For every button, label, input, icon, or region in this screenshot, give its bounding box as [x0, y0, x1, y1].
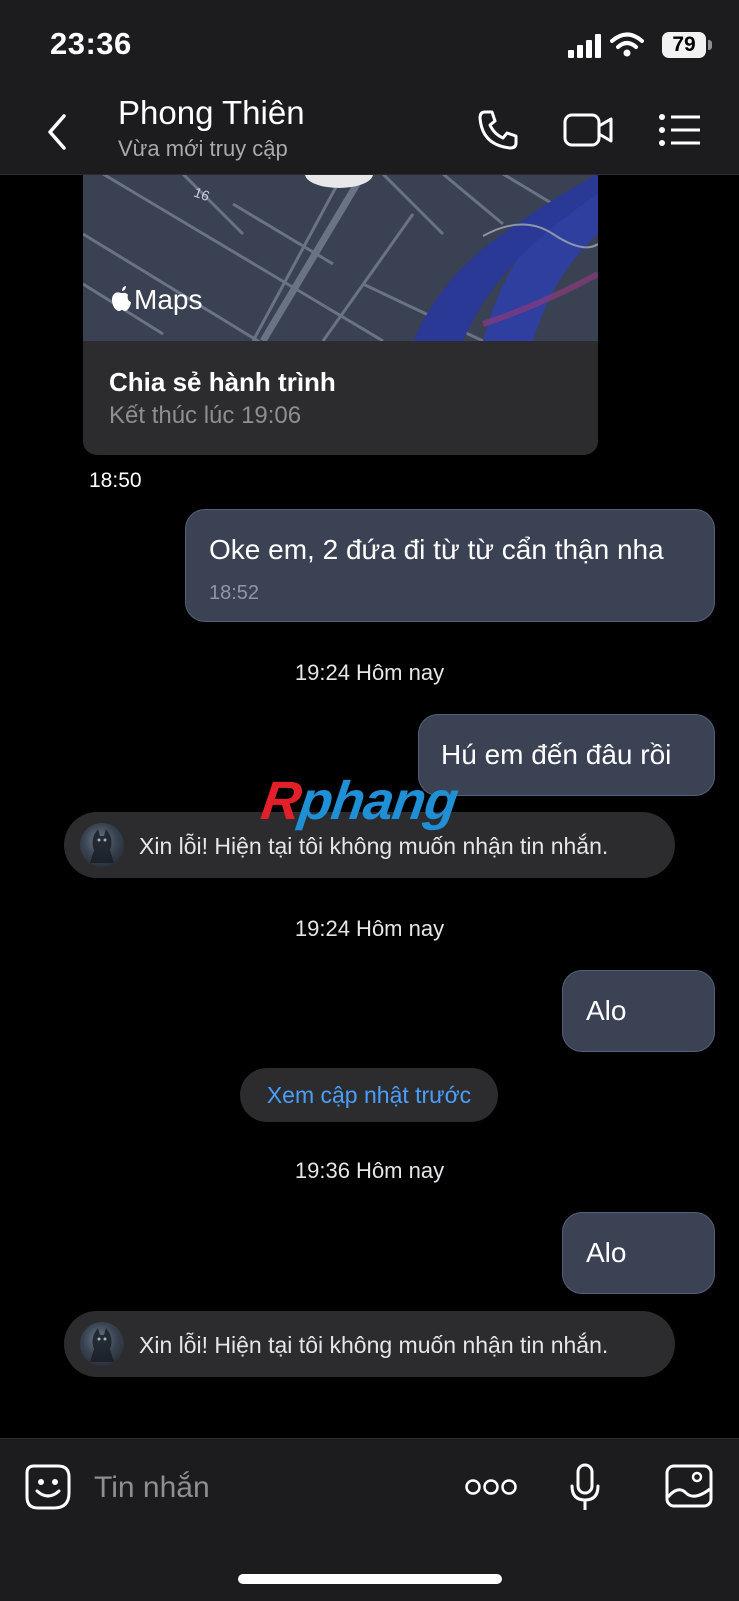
message-text: Alo [586, 1237, 627, 1268]
microphone-icon[interactable] [568, 1462, 602, 1514]
avatar-figure [90, 1328, 114, 1362]
watermark-logo: Rphang [257, 771, 462, 831]
time-separator: 19:24 Hôm nay [294, 660, 445, 685]
contact-name[interactable]: Phong Thiên [118, 94, 305, 132]
emoji-sticker-icon[interactable] [24, 1463, 72, 1511]
apple-logo-icon [112, 286, 131, 311]
svg-text:16: 16 [192, 184, 212, 204]
status-time: 23:36 [50, 26, 132, 61]
wifi-icon [610, 32, 644, 57]
time-separator: 19:24 Hôm nay [294, 916, 445, 941]
sent-message-bubble[interactable] [562, 1212, 715, 1294]
message-text: Alo [586, 995, 627, 1026]
message-text: Hú em đến đâu rồi [441, 739, 672, 770]
home-indicator [238, 1574, 502, 1584]
back-icon[interactable] [40, 110, 74, 154]
map-preview[interactable]: 16 Maps [83, 174, 598, 341]
chat-header [0, 88, 739, 175]
cellular-signal-icon [568, 34, 601, 58]
image-icon[interactable] [664, 1463, 714, 1509]
message-time: 18:50 [89, 469, 142, 492]
auto-reply-text: Xin lỗi! Hiện tại tôi không muốn nhận ti… [139, 833, 609, 859]
contact-status: Vừa mới truy cập [118, 136, 288, 161]
phone-icon[interactable] [476, 108, 520, 152]
see-previous-updates-label[interactable]: Xem cập nhật trước [240, 1082, 498, 1109]
auto-reply-text: Xin lỗi! Hiện tại tôi không muốn nhận ti… [139, 1332, 609, 1358]
battery-level: 79 [662, 32, 706, 58]
maps-brand-label: Maps [134, 284, 203, 315]
more-icon[interactable] [464, 1475, 518, 1499]
message-input[interactable] [92, 1462, 426, 1514]
route-share-end-time: Kết thúc lúc 19:06 [109, 402, 302, 429]
sent-message-bubble[interactable] [562, 970, 715, 1052]
video-call-icon[interactable] [562, 110, 614, 150]
road-number-label: 16 [192, 184, 212, 204]
avatar-figure [90, 829, 114, 863]
menu-list-icon[interactable] [658, 112, 702, 148]
battery-tip [708, 40, 712, 50]
avatar[interactable] [80, 823, 124, 867]
route-share-title: Chia sẻ hành trình [109, 367, 336, 397]
message-text: Oke em, 2 đứa đi từ từ cẩn thận nha [209, 534, 664, 565]
message-time: 18:52 [209, 582, 260, 604]
time-separator: 19:36 Hôm nay [294, 1158, 445, 1183]
avatar[interactable] [80, 1322, 124, 1366]
